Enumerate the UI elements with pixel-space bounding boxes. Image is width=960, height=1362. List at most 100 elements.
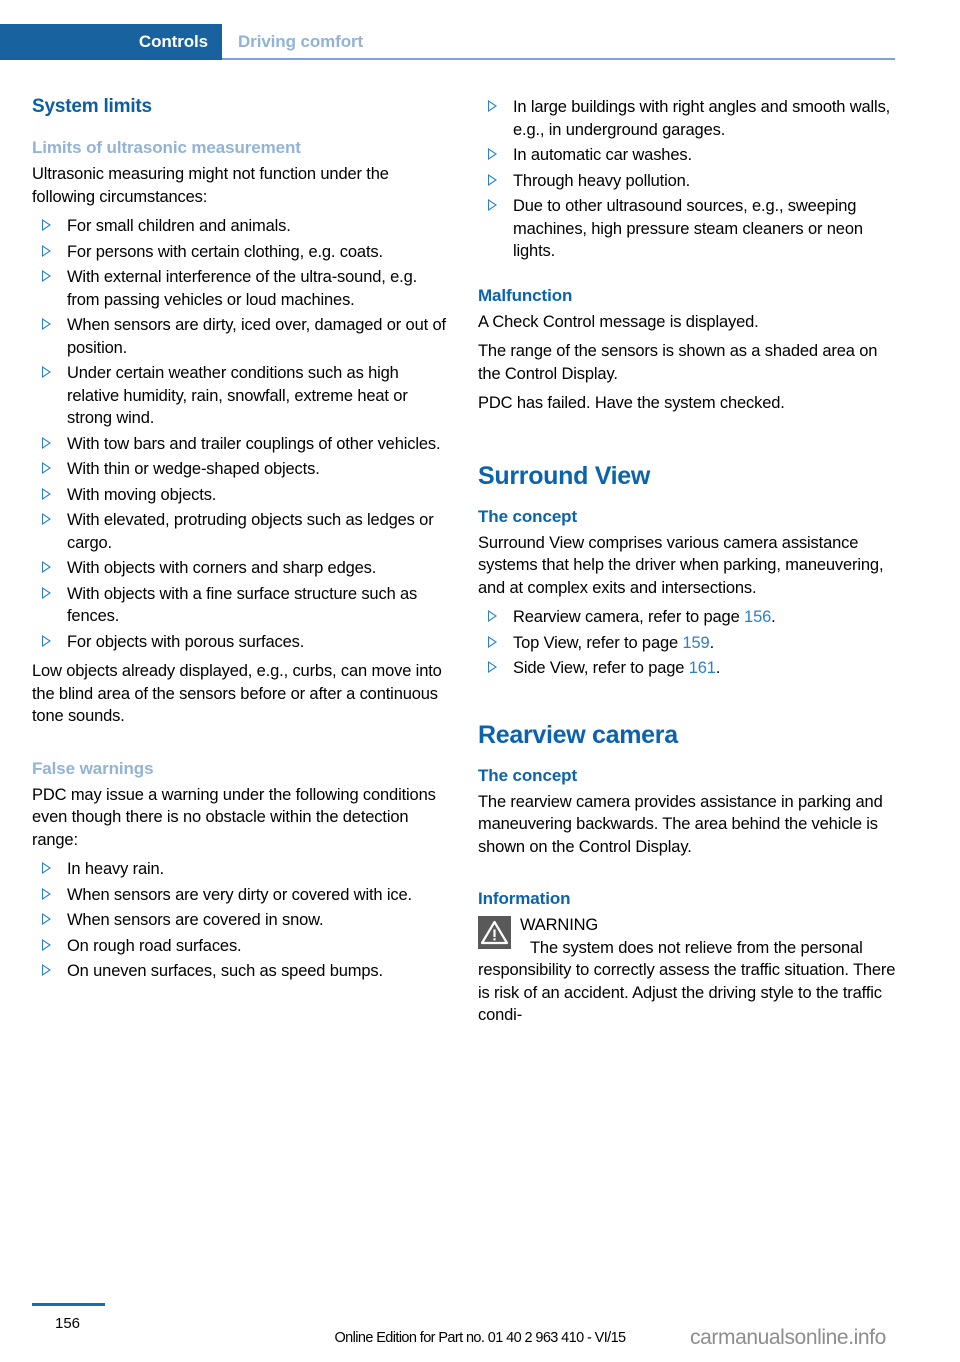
watermark: carmanualsonline.info bbox=[690, 1326, 886, 1349]
header-divider bbox=[222, 58, 895, 60]
list-item[interactable]: Rearview camera, refer to page 156. bbox=[478, 606, 898, 629]
bullet-triangle-icon bbox=[488, 100, 497, 112]
page-reference-link[interactable]: 159 bbox=[682, 634, 709, 652]
list-item: When sensors are dirty, iced over, damag… bbox=[32, 314, 452, 359]
list-item: On uneven surfaces, such as speed bumps. bbox=[32, 960, 452, 983]
list-item: With tow bars and trailer couplings of o… bbox=[32, 433, 452, 456]
heading-limits-of-ultrasonic-measurement: Limits of ultrasonic measurement bbox=[32, 138, 301, 157]
list-item-label: For small children and animals. bbox=[67, 217, 291, 235]
list-item-label: For persons with certain clothing, e.g. … bbox=[67, 242, 383, 261]
list-item: In heavy rain. bbox=[32, 858, 452, 881]
bullet-triangle-icon bbox=[488, 148, 497, 160]
list-item: With elevated, protruding objects such a… bbox=[32, 509, 452, 554]
bullet-triangle-icon bbox=[42, 862, 51, 874]
list-item-label: With objects with corners and sharp edge… bbox=[67, 559, 377, 577]
paragraph-surround-view-concept: Surround View comprises various camera a… bbox=[478, 533, 884, 597]
breadcrumb-subsection-label[interactable]: Driving comfort bbox=[238, 24, 363, 60]
paragraph-pdc-failed: PDC has failed. Have the system checked. bbox=[478, 394, 785, 412]
list-item-label: With external interference of the ultra-… bbox=[67, 268, 418, 309]
warning-triangle-icon bbox=[478, 916, 511, 949]
page-reference-link[interactable]: 161 bbox=[689, 659, 716, 677]
list-item: In large buildings with right angles and… bbox=[478, 96, 898, 141]
breadcrumb-active-label: Controls bbox=[138, 32, 208, 51]
bullet-triangle-icon bbox=[488, 173, 497, 186]
list-item: With moving objects. bbox=[32, 484, 452, 507]
bullet-triangle-icon bbox=[42, 561, 51, 573]
bullet-triangle-icon bbox=[42, 462, 51, 474]
paragraph-rearview-concept: The rearview camera provides assistance … bbox=[478, 792, 883, 856]
list-item: Under certain weather conditions such as… bbox=[32, 362, 452, 430]
heading-information: Information bbox=[478, 889, 571, 908]
list-item-label: On rough road surfaces. bbox=[67, 936, 242, 955]
list-ultrasonic-limits: For small children and animals. For pers… bbox=[32, 215, 452, 653]
list-item-label: When sensors are covered in snow. bbox=[67, 911, 324, 929]
paragraph-sensor-range: The range of the sensors is shown as a s… bbox=[478, 342, 878, 383]
list-item-label: Under certain weather conditions such as… bbox=[67, 364, 408, 427]
bullet-triangle-icon bbox=[42, 219, 51, 231]
list-item-label: With objects with a fine surface structu… bbox=[67, 584, 418, 626]
list-item: With thin or wedge-shaped objects. bbox=[32, 458, 452, 481]
list-item: When sensors are covered in snow. bbox=[32, 909, 452, 932]
list-item-suffix: . bbox=[709, 633, 715, 652]
list-item-label: Rearview camera, refer to page bbox=[513, 608, 745, 626]
heading-surround-view-concept: The concept bbox=[478, 506, 578, 526]
list-surround-view-links: Rearview camera, refer to page 156. Top … bbox=[478, 606, 898, 680]
bullet-triangle-icon bbox=[42, 513, 51, 525]
bullet-triangle-icon bbox=[42, 487, 51, 500]
bullet-triangle-icon bbox=[488, 199, 497, 211]
warning-text-label: The system does not relieve from the per… bbox=[478, 938, 896, 1025]
list-item: With external interference of the ultra-… bbox=[32, 266, 452, 311]
bullet-triangle-icon bbox=[42, 436, 51, 449]
bullet-triangle-icon bbox=[42, 887, 51, 900]
bullet-triangle-icon bbox=[42, 634, 51, 647]
paragraph-false-warnings-intro: PDC may issue a warning under the follow… bbox=[32, 785, 436, 849]
list-item-label: When sensors are dirty, iced over, damag… bbox=[67, 316, 446, 357]
list-item: On rough road surfaces. bbox=[32, 935, 452, 958]
heading-rearview-concept: The concept bbox=[478, 765, 578, 785]
list-item: Through heavy pollution. bbox=[478, 170, 898, 193]
list-item-suffix: . bbox=[771, 608, 776, 626]
bullet-triangle-icon bbox=[488, 610, 497, 622]
list-item-label: Through heavy pollution. bbox=[513, 171, 691, 190]
list-item[interactable]: Top View, refer to page 159. bbox=[478, 632, 898, 655]
warning-text: The system does not relieve from the per… bbox=[478, 937, 898, 1027]
list-item-label: Due to other ultrasound sources, e.g., s… bbox=[513, 197, 863, 260]
list-item-label: In automatic car washes. bbox=[513, 146, 692, 164]
bullet-triangle-icon bbox=[42, 586, 51, 599]
bullet-triangle-icon bbox=[42, 244, 51, 257]
heading-surround-view: Surround View bbox=[478, 461, 651, 490]
list-item-label: Top View, refer to page bbox=[513, 633, 683, 652]
right-column: In large buildings with right angles and… bbox=[478, 96, 898, 1027]
list-item-suffix: . bbox=[715, 659, 721, 677]
list-item: For persons with certain clothing, e.g. … bbox=[32, 241, 452, 264]
page-reference-link[interactable]: 156 bbox=[744, 608, 771, 626]
breadcrumb-active-section[interactable]: Controls bbox=[0, 24, 222, 60]
footer-divider bbox=[32, 1303, 105, 1306]
list-false-warnings-continued: In large buildings with right angles and… bbox=[478, 96, 898, 263]
list-item-label: For objects with porous surfaces. bbox=[67, 632, 305, 651]
paragraph-ultrasonic-intro: Ultrasonic measuring might not function … bbox=[32, 165, 389, 206]
page-title-system-limits: System limits bbox=[32, 96, 152, 117]
warning-label: WARNING bbox=[520, 916, 599, 934]
list-item-label: With tow bars and trailer couplings of o… bbox=[67, 434, 441, 453]
paragraph-low-objects: Low objects already displayed, e.g., cur… bbox=[32, 662, 442, 725]
list-item-label: Side View, refer to page bbox=[513, 659, 689, 677]
page-header: Controls Driving comfort bbox=[0, 24, 960, 60]
list-item[interactable]: Side View, refer to page 161. bbox=[478, 657, 898, 680]
list-item-label: With moving objects. bbox=[67, 485, 217, 504]
list-item-label: With thin or wedge-shaped objects. bbox=[67, 460, 320, 478]
list-item-label: On uneven surfaces, such as speed bumps. bbox=[67, 962, 383, 980]
bullet-triangle-icon bbox=[42, 318, 51, 330]
warning-callout: WARNING The system does not relieve from… bbox=[478, 914, 898, 1027]
list-item: For objects with porous surfaces. bbox=[32, 631, 452, 654]
list-item-label: In large buildings with right angles and… bbox=[513, 98, 891, 139]
list-item: With objects with a fine surface structu… bbox=[32, 583, 452, 628]
bullet-triangle-icon bbox=[488, 661, 497, 673]
heading-false-warnings: False warnings bbox=[32, 758, 154, 778]
list-item-label: When sensors are very dirty or covered w… bbox=[67, 885, 412, 904]
